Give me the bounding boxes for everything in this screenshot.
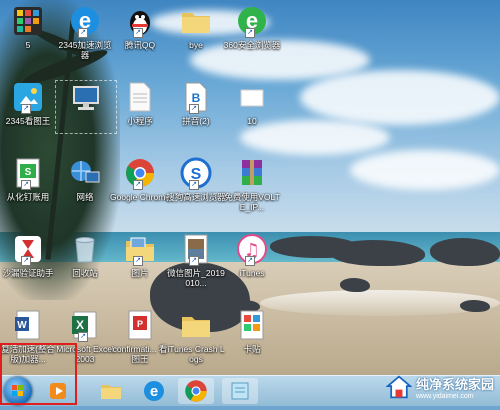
desktop-icon-360-browser[interactable]: e ↗ 360安全浏览器 [222, 4, 282, 50]
svg-text:B: B [192, 91, 201, 105]
desktop-icon-winrar[interactable]: 免费使用VOLTE_IP... [222, 156, 282, 212]
desktop-icon-computer[interactable] [55, 80, 117, 134]
icon-label: bye [189, 40, 203, 50]
shortcut-arrow-icon: ↗ [189, 180, 199, 190]
notepad-icon [231, 382, 249, 400]
icon-label: 从化钉账用 [6, 192, 50, 202]
shortcut-arrow-icon: ↗ [21, 180, 31, 190]
shortcut-arrow-icon: ↗ [189, 256, 199, 266]
shortcut-arrow-icon: ↗ [189, 104, 199, 114]
watermark-url: www.yidaimei.com [415, 393, 474, 400]
taskbar-google-chrome[interactable] [178, 378, 214, 404]
icon-label: iTunes Crash Logs [167, 344, 225, 364]
icon-label: 10 [247, 116, 257, 126]
svg-text:W: W [17, 320, 27, 331]
icon-label: 回收站 [72, 268, 98, 278]
icon-label: 图片 [131, 268, 149, 278]
icon-label: 拼音(2) [182, 116, 210, 126]
taskbar-notepad[interactable] [222, 378, 258, 404]
desktop-icon-itunes[interactable]: ♫ ↗ iTunes [222, 232, 282, 278]
word-doc-icon: W [15, 310, 40, 340]
icon-label: 卡贴 [243, 344, 261, 354]
folder-icon [182, 317, 210, 337]
svg-text:S: S [25, 167, 32, 178]
icon-label: 免费使用VOLTE_IP... [224, 192, 280, 212]
icon-label: 5 [25, 40, 31, 50]
shortcut-arrow-icon: ↗ [245, 256, 255, 266]
desktop-icon-hourglass[interactable]: ↗ 沙漏验证助手 [0, 232, 58, 278]
grid-file-icon [240, 310, 264, 340]
desktop-icon-phone-app[interactable]: 5 [0, 4, 58, 50]
shortcut-arrow-icon: ↗ [78, 332, 88, 342]
white-file-icon [240, 89, 264, 107]
taskbar-file-explorer[interactable] [93, 378, 129, 404]
watermark: 纯净系统家园 www.yidaimei.com [385, 372, 494, 402]
icon-label: 沙漏验证助手 [2, 268, 54, 278]
desktop-icon-bye-folder[interactable]: bye [166, 4, 226, 50]
desktop-icon-chrome[interactable]: ↗ Google Chrome [110, 156, 170, 202]
desktop-icon-conghua[interactable]: S ↗ 从化钉账用 [0, 156, 58, 202]
icon-label: 2345看图王 [5, 116, 51, 126]
desktop-icon-itunes-crash-logs[interactable]: iTunes Crash Logs [166, 308, 226, 364]
recycle-bin-icon [75, 237, 95, 263]
phone-app-icon [14, 7, 42, 35]
svg-text:X: X [76, 318, 84, 332]
desktop-icon-10[interactable]: 10 [222, 80, 282, 126]
taskbar-internet-explorer[interactable]: e [136, 378, 172, 404]
desktop-icon-miniprogram[interactable]: 小程序 [110, 80, 170, 126]
shortcut-arrow-icon: ↗ [133, 28, 143, 38]
shortcut-arrow-icon: ↗ [133, 180, 143, 190]
house-logo-icon [385, 375, 412, 399]
desktop-icon-confirmation[interactable]: P confirmati... 看图王 [110, 308, 170, 364]
desktop-icon-qq[interactable]: ↗ 腾讯QQ [110, 4, 170, 50]
folder-icon [101, 385, 121, 399]
watermark-brand: 纯净系统家园 [415, 377, 494, 392]
shortcut-arrow-icon: ↗ [21, 256, 31, 266]
chrome-icon [185, 380, 207, 402]
icon-label: 搜狗高速浏览器 [166, 192, 226, 202]
shortcut-arrow-icon: ↗ [78, 28, 88, 38]
computer-icon [73, 86, 99, 110]
icon-label: 网络 [76, 192, 94, 202]
desktop-icon-2345-viewer[interactable]: ↗ 2345看图王 [0, 80, 58, 126]
icon-label: 2345加速浏览器 [58, 40, 112, 60]
svg-text:P: P [137, 319, 143, 329]
blank-file-icon [129, 82, 151, 112]
ie-icon: e [144, 381, 164, 401]
desktop-icon-recycle-bin[interactable]: 回收站 [55, 232, 115, 278]
folder-icon [182, 13, 210, 33]
desktop-icon-network[interactable]: 网络 [55, 156, 115, 202]
icon-label: 360安全浏览器 [223, 40, 281, 50]
shortcut-arrow-icon: ↗ [21, 104, 31, 114]
svg-text:e: e [150, 383, 158, 400]
icon-label: 小程序 [127, 116, 153, 126]
icon-label: 微信图片_2019010... [167, 268, 225, 288]
highlight-box [0, 343, 77, 405]
desktop-icon-pinyin[interactable]: B ↗ 拼音(2) [166, 80, 226, 126]
winrar-icon [242, 160, 262, 185]
icon-label: iTunes [239, 268, 265, 278]
icon-label: 腾讯QQ [124, 40, 156, 50]
shortcut-arrow-icon: ↗ [133, 256, 143, 266]
icon-label: confirmati... 看图王 [112, 344, 168, 364]
network-icon [71, 161, 100, 183]
pdf-icon: P [128, 310, 152, 340]
desktop-icon-2345-browser[interactable]: e ↗ 2345加速浏览器 [55, 4, 115, 60]
desktop-icon-pictures[interactable]: ↗ 图片 [110, 232, 170, 278]
desktop-icon-sogou[interactable]: S ↗ 搜狗高速浏览器 [166, 156, 226, 202]
shortcut-arrow-icon: ↗ [245, 28, 255, 38]
desktop-icon-katie[interactable]: 卡贴 [222, 308, 282, 354]
desktop-icon-wechat-image[interactable]: ↗ 微信图片_2019010... [166, 232, 226, 288]
icon-label: Google Chrome [110, 192, 171, 202]
